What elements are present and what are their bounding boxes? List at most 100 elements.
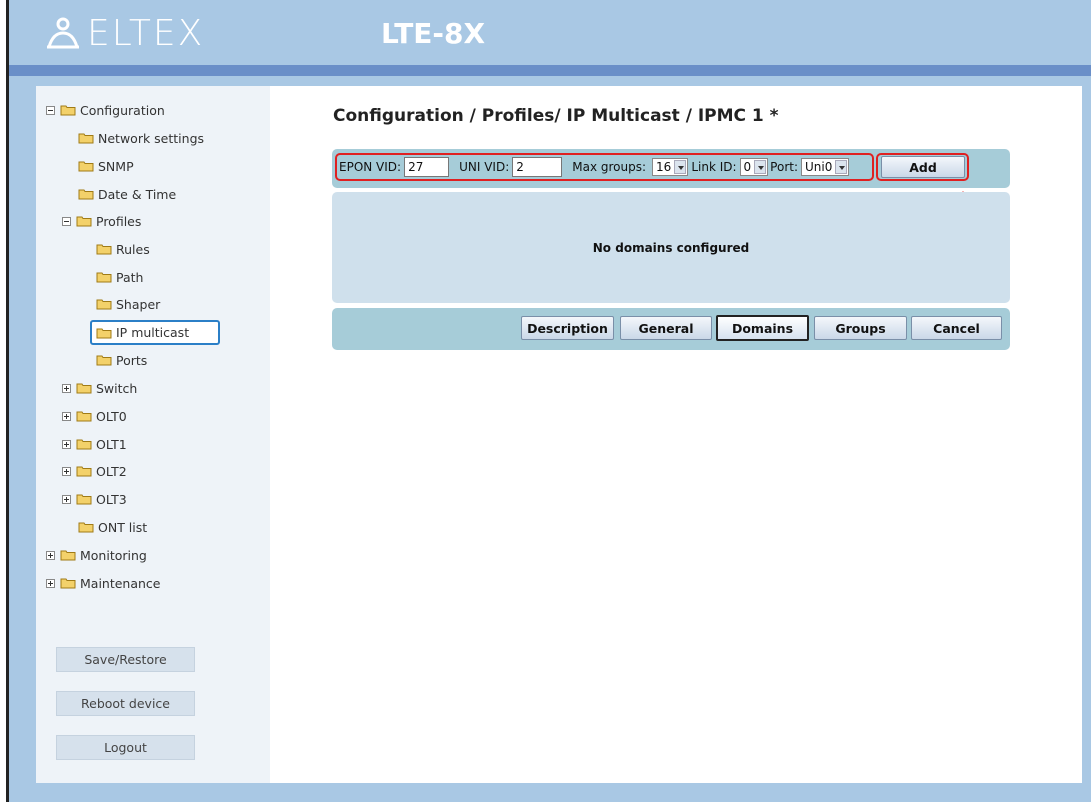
device-title: LTE-8X: [381, 17, 486, 50]
folder-icon: [96, 244, 112, 255]
expand-icon[interactable]: [62, 439, 71, 449]
tree-label: Date & Time: [98, 186, 177, 202]
expand-icon[interactable]: [46, 578, 55, 588]
tree-item-profiles[interactable]: Profiles: [62, 211, 141, 231]
general-button[interactable]: General: [620, 316, 712, 340]
tree-label: OLT2: [96, 463, 127, 479]
tab-button-bar: Description General Domains Groups Cance…: [332, 308, 1010, 350]
port-label: Port:: [770, 160, 799, 174]
port-select[interactable]: Uni0: [801, 158, 850, 176]
tree-item-ip-multicast[interactable]: IP multicast: [90, 320, 220, 345]
reboot-device-button[interactable]: Reboot device: [56, 691, 195, 716]
domains-list-area: No domains configured: [332, 192, 1010, 303]
save-restore-button[interactable]: Save/Restore: [56, 647, 195, 672]
logout-button[interactable]: Logout: [56, 735, 195, 760]
tree-item-snmp[interactable]: SNMP: [78, 156, 134, 176]
folder-icon: [76, 466, 92, 477]
expand-icon[interactable]: [62, 466, 71, 476]
folder-icon: [78, 189, 94, 200]
tree-item-olt2[interactable]: OLT2: [62, 461, 127, 481]
link-id-value: 0: [743, 160, 752, 174]
domain-input-group: EPON VID: UNI VID: Max groups: 16 Link I…: [335, 153, 874, 181]
epon-vid-input[interactable]: [404, 157, 450, 177]
main-content: Configuration / Profiles/ IP Multicast /…: [270, 86, 1082, 783]
app-header: ELTEX LTE-8X: [9, 0, 1091, 65]
groups-button[interactable]: Groups: [814, 316, 907, 340]
tree-label: Maintenance: [80, 575, 161, 591]
folder-icon: [76, 411, 92, 422]
tree-item-ports[interactable]: Ports: [96, 350, 147, 370]
tree-label: Profiles: [96, 213, 142, 229]
tree-label: SNMP: [98, 158, 134, 174]
domains-button[interactable]: Domains: [716, 315, 809, 341]
folder-icon: [60, 105, 76, 116]
tree-item-date-time[interactable]: Date & Time: [78, 184, 176, 204]
dropdown-arrow-icon: [674, 160, 687, 174]
expand-icon[interactable]: [62, 383, 71, 393]
expand-icon[interactable]: [46, 550, 55, 560]
link-id-select[interactable]: 0: [739, 158, 769, 176]
link-id-label: Link ID:: [691, 160, 737, 174]
uni-vid-input[interactable]: [512, 157, 563, 177]
eltex-logo-icon: [47, 17, 79, 49]
expand-icon[interactable]: [62, 494, 71, 504]
eltex-logo: ELTEX: [45, 10, 204, 56]
tree-label: Configuration: [80, 102, 165, 118]
content-panel: Configuration Network settings SNMP Date…: [36, 86, 1082, 783]
folder-icon: [96, 299, 112, 310]
tree-item-olt0[interactable]: OLT0: [62, 406, 127, 426]
add-button[interactable]: Add: [881, 156, 965, 178]
description-button[interactable]: Description: [521, 316, 614, 340]
logo-text: ELTEX: [87, 12, 205, 54]
header-strip: [9, 65, 1091, 76]
tree-item-switch[interactable]: Switch: [62, 378, 137, 398]
tree-item-path[interactable]: Path: [96, 267, 143, 287]
folder-icon: [96, 328, 112, 338]
tree-item-ont-list[interactable]: ONT list: [78, 517, 147, 537]
window-left-edge: [0, 0, 9, 802]
tree-item-rules[interactable]: Rules: [96, 239, 150, 259]
empty-domains-message: No domains configured: [592, 240, 750, 255]
max-groups-value: 16: [656, 160, 672, 174]
app-frame: ELTEX LTE-8X Configuration Network setti…: [9, 0, 1091, 802]
collapse-icon[interactable]: [62, 216, 71, 226]
tree-label: IP multicast: [116, 325, 190, 340]
folder-icon: [78, 522, 94, 533]
tree-label: OLT1: [96, 436, 127, 452]
tree-label: ONT list: [98, 519, 148, 535]
cancel-button[interactable]: Cancel: [911, 316, 1002, 340]
port-value: Uni0: [805, 160, 833, 174]
domain-form-bar: EPON VID: UNI VID: Max groups: 16 Link I…: [332, 149, 1010, 188]
tree-label: OLT0: [96, 408, 127, 424]
folder-icon: [76, 216, 92, 227]
uni-vid-label: UNI VID:: [459, 160, 510, 174]
tree-item-monitoring[interactable]: Monitoring: [46, 545, 147, 565]
collapse-icon[interactable]: [46, 105, 55, 115]
tree-label: Rules: [116, 241, 150, 257]
tree-item-olt1[interactable]: OLT1: [62, 434, 127, 454]
tree-item-network-settings[interactable]: Network settings: [78, 128, 204, 148]
max-groups-select[interactable]: 16: [652, 158, 689, 176]
folder-icon: [60, 578, 76, 589]
tree-item-shaper[interactable]: Shaper: [96, 294, 160, 314]
tree-item-maintenance[interactable]: Maintenance: [46, 573, 161, 593]
sidebar: Configuration Network settings SNMP Date…: [36, 86, 270, 783]
dropdown-arrow-icon: [754, 160, 767, 174]
tree-item-configuration[interactable]: Configuration: [46, 100, 165, 120]
folder-icon: [76, 494, 92, 505]
folder-icon: [76, 383, 92, 394]
expand-icon[interactable]: [62, 411, 71, 421]
tree-label: Ports: [116, 352, 148, 368]
folder-icon: [76, 439, 92, 450]
epon-vid-label: EPON VID:: [339, 160, 402, 174]
tree-label: OLT3: [96, 491, 127, 507]
tree-item-olt3[interactable]: OLT3: [62, 489, 127, 509]
folder-icon: [96, 272, 112, 283]
folder-icon: [78, 133, 94, 144]
tree-label: Shaper: [116, 296, 161, 312]
tree-label: Monitoring: [80, 547, 147, 563]
dropdown-arrow-icon: [835, 160, 848, 174]
folder-icon: [60, 550, 76, 561]
max-groups-label: Max groups:: [572, 160, 647, 174]
tree-label: Path: [116, 269, 144, 285]
